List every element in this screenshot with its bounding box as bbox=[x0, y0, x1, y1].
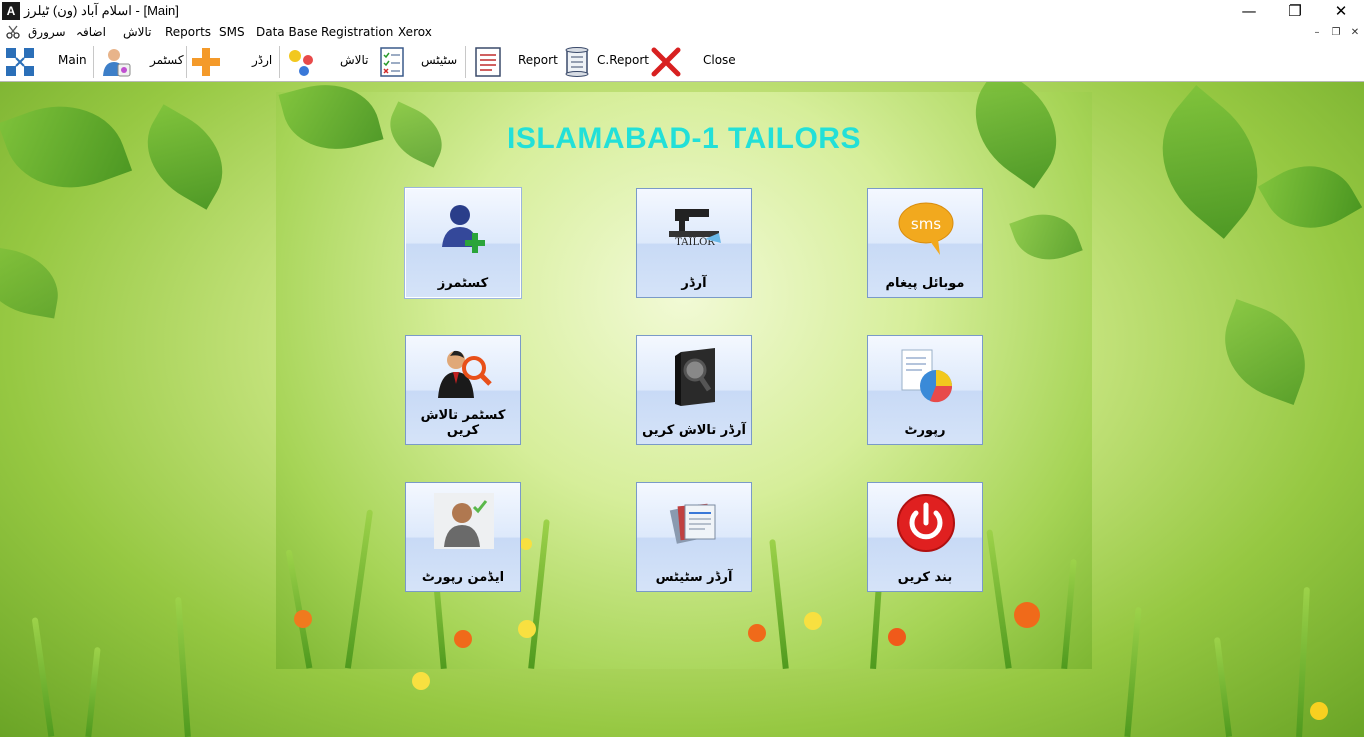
order-tile-button[interactable]: TAILOR آرڈر bbox=[636, 188, 752, 298]
add-order-plus-icon[interactable] bbox=[190, 46, 222, 78]
mdi-minimize-button[interactable]: – bbox=[1309, 26, 1325, 40]
decor-flower bbox=[520, 538, 532, 550]
decor-flower bbox=[1014, 602, 1040, 628]
decor-leaf bbox=[1209, 299, 1321, 405]
search-order-tile-button[interactable]: آرڈر تالاش کریں bbox=[636, 335, 752, 445]
decor-flower bbox=[1310, 702, 1328, 720]
app-title: ISLAMABAD-1 TAILORS bbox=[507, 122, 861, 155]
decor-grass bbox=[1061, 558, 1077, 670]
order-status-tile-button[interactable]: آرڈر سٹیٹس bbox=[636, 482, 752, 592]
decor-flower bbox=[412, 672, 430, 690]
menu-sms[interactable]: SMS bbox=[219, 25, 245, 39]
toolbar-separator bbox=[93, 46, 94, 78]
toolbar-main-button[interactable]: Main bbox=[58, 53, 87, 67]
folder-search-icon bbox=[675, 348, 715, 406]
tile-label: آرڈر bbox=[681, 276, 707, 291]
decor-grass bbox=[1296, 586, 1310, 737]
toolbar-order-button[interactable]: ارڈر bbox=[252, 53, 272, 67]
menu-database[interactable]: Data Base bbox=[256, 25, 318, 39]
search-dots-icon[interactable] bbox=[286, 46, 318, 78]
close-app-tile-button[interactable]: بند کریں bbox=[867, 482, 983, 592]
decor-grass bbox=[85, 646, 101, 737]
tile-label: آرڈر سٹیٹس bbox=[655, 570, 733, 585]
tile-label: ایڈمن رپورٹ bbox=[421, 570, 505, 585]
decor-grass bbox=[769, 539, 789, 669]
sewing-machine-icon: TAILOR bbox=[669, 209, 721, 248]
decor-leaf bbox=[1009, 203, 1083, 271]
title-bar: A اسلام آباد (ون) ٹیلرز - [Main] — ❐ ✕ bbox=[0, 0, 1364, 22]
mdi-close-button[interactable]: ✕ bbox=[1347, 26, 1363, 40]
decor-leaf bbox=[0, 245, 65, 319]
toolbar-report-button[interactable]: Report bbox=[518, 53, 558, 67]
toolbar-separator bbox=[465, 46, 466, 78]
decor-grass bbox=[1124, 606, 1142, 737]
customer-icon[interactable] bbox=[100, 46, 132, 78]
menu-search[interactable]: تالاش bbox=[123, 25, 152, 39]
sms-bubble-icon: sms bbox=[898, 202, 954, 255]
customers-tile-button[interactable]: کسٹمرز bbox=[405, 188, 521, 298]
decor-leaf bbox=[128, 104, 242, 210]
menu-bar: سرورق اضافہ تالاش Reports SMS Data Base … bbox=[0, 22, 1364, 42]
decor-flower bbox=[888, 628, 906, 646]
sms-icon-text: sms bbox=[911, 215, 941, 233]
tile-label: کسٹمر تالاش کریں bbox=[420, 408, 506, 438]
admin-report-tile-button[interactable]: ایڈمن رپورٹ bbox=[405, 482, 521, 592]
power-icon bbox=[897, 494, 955, 552]
search-customer-tile-button[interactable]: کسٹمر تالاش کریں bbox=[405, 335, 521, 445]
mdi-restore-button[interactable]: ❐ bbox=[1328, 26, 1344, 40]
menu-registration[interactable]: Registration bbox=[321, 25, 393, 39]
main-panel: ISLAMABAD-1 TAILORS کسٹمرز TAILOR آرڈر s… bbox=[276, 82, 1092, 670]
decor-grass bbox=[1213, 637, 1233, 737]
decor-grass bbox=[31, 617, 55, 737]
background-scene: ISLAMABAD-1 TAILORS کسٹمرز TAILOR آرڈر s… bbox=[0, 82, 1364, 737]
decor-flower bbox=[748, 624, 766, 642]
close-x-icon[interactable] bbox=[650, 46, 682, 78]
decor-flower bbox=[294, 610, 312, 628]
tile-label: کسٹمرز bbox=[437, 276, 489, 291]
tile-label: موبائل پیغام bbox=[885, 276, 965, 291]
tile-label: آرڈر تالاش کریں bbox=[642, 423, 746, 438]
decor-leaf bbox=[1257, 146, 1363, 248]
mobile-message-tile-button[interactable]: sms موبائل پیغام bbox=[867, 188, 983, 298]
creport-scroll-icon[interactable] bbox=[561, 46, 593, 78]
decor-leaf bbox=[1131, 85, 1289, 239]
toolbar-customer-button[interactable]: کسٹمر bbox=[150, 53, 184, 67]
toolbar-close-button[interactable]: Close bbox=[703, 53, 736, 67]
toolbar-search-button[interactable]: تالاش bbox=[340, 53, 369, 67]
order-status-documents-icon bbox=[669, 503, 716, 544]
customer-search-icon bbox=[438, 350, 492, 398]
decor-grass bbox=[344, 509, 374, 669]
toolbar: Main کسٹمر ارڈر تالاش سٹیٹس Report C.Rep… bbox=[0, 42, 1364, 82]
decor-grass bbox=[175, 596, 191, 737]
decor-grass bbox=[285, 549, 313, 669]
scissors-icon bbox=[6, 25, 20, 39]
tile-label: رپورٹ bbox=[904, 423, 946, 438]
status-checklist-icon[interactable] bbox=[376, 46, 408, 78]
main-grid-icon[interactable] bbox=[4, 46, 36, 78]
add-customer-icon bbox=[442, 205, 485, 253]
tile-label: بند کریں bbox=[897, 570, 953, 585]
report-pie-chart-icon bbox=[901, 349, 953, 403]
menu-xerox[interactable]: Xerox bbox=[398, 25, 432, 39]
app-logo-icon: A bbox=[2, 2, 20, 20]
decor-grass bbox=[986, 529, 1012, 669]
decor-flower bbox=[518, 620, 536, 638]
menu-reports[interactable]: Reports bbox=[165, 25, 211, 39]
report-document-icon[interactable] bbox=[472, 46, 504, 78]
window-restore-button[interactable]: ❐ bbox=[1272, 0, 1318, 22]
toolbar-status-button[interactable]: سٹیٹس bbox=[421, 53, 457, 67]
menu-add[interactable]: اضافہ bbox=[76, 25, 106, 39]
decor-flower bbox=[454, 630, 472, 648]
report-tile-button[interactable]: رپورٹ bbox=[867, 335, 983, 445]
admin-user-icon bbox=[434, 493, 494, 549]
window-title: اسلام آباد (ون) ٹیلرز - [Main] bbox=[24, 3, 179, 18]
toolbar-creport-button[interactable]: C.Report bbox=[597, 53, 649, 67]
menu-home[interactable]: سرورق bbox=[28, 25, 66, 39]
decor-leaf bbox=[0, 85, 133, 209]
toolbar-separator bbox=[186, 46, 187, 78]
decor-flower bbox=[804, 612, 822, 630]
toolbar-separator bbox=[279, 46, 280, 78]
window-minimize-button[interactable]: — bbox=[1226, 0, 1272, 22]
window-close-button[interactable]: ✕ bbox=[1318, 0, 1364, 22]
